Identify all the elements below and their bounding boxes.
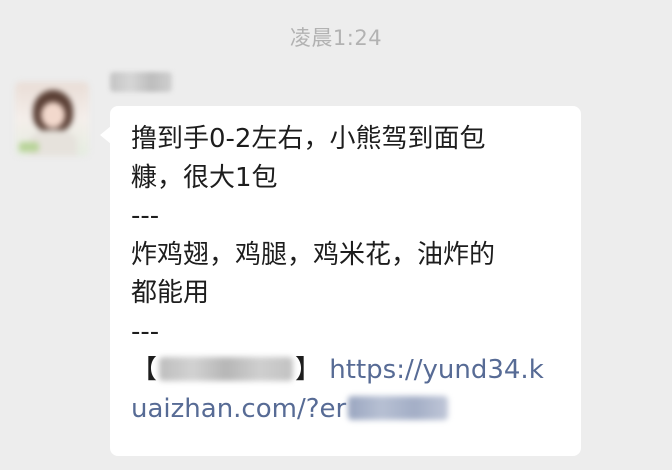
avatar-face <box>41 102 65 128</box>
sender-name-redacted <box>110 72 172 92</box>
message-link-continued[interactable]: uaizhan.com/?er <box>131 394 346 424</box>
redacted-link-title <box>159 357 294 381</box>
sender-avatar[interactable] <box>15 82 89 156</box>
message-bubble[interactable]: 撸到手0-2左右，小熊驾到面包 糠，很大1包 --- 炸鸡翅，鸡腿，鸡米花，油炸… <box>110 106 581 456</box>
timestamp: 凌晨1:24 <box>289 26 383 50</box>
message-separator: --- <box>131 316 160 347</box>
message-separator: --- <box>131 201 160 231</box>
message-link[interactable]: https://yund34.k <box>329 355 543 385</box>
bracket-open: 【 <box>131 355 158 385</box>
message-line: 撸到手0-2左右，小熊驾到面包 <box>131 124 486 154</box>
bracket-close: 】 <box>295 355 322 385</box>
message-link-line: uaizhan.com/?er <box>131 390 563 429</box>
message-link-line: 【 】 https://yund34.k <box>131 351 563 390</box>
message-line: 糠，很大1包 <box>131 162 278 193</box>
message-line: 都能用 <box>131 278 210 308</box>
redacted-link-tail <box>348 395 449 420</box>
avatar-accent <box>19 142 39 152</box>
message-line: 炸鸡翅，鸡腿，鸡米花，油炸的 <box>131 239 496 270</box>
